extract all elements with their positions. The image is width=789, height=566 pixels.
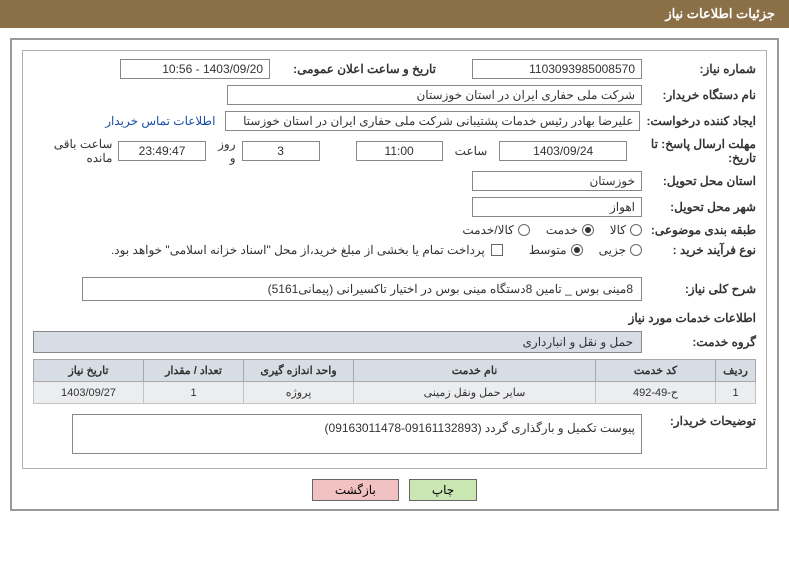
deadline-time-field: 11:00 — [356, 141, 443, 161]
payment-checkbox[interactable] — [491, 244, 503, 256]
radio-minor-label: جزیی — [599, 243, 626, 257]
payment-note-wrap: پرداخت تمام یا بخشی از مبلغ خرید،از محل … — [111, 243, 503, 257]
td-unit: پروژه — [244, 382, 354, 404]
buyer-contact-link[interactable]: اطلاعات تماس خریدار — [105, 114, 215, 128]
th-name: نام خدمت — [354, 360, 596, 382]
need-number-label: شماره نیاز: — [648, 62, 756, 76]
svc-info-heading: اطلاعات خدمات مورد نیاز — [33, 311, 756, 325]
th-date: تاریخ نیاز — [34, 360, 144, 382]
th-qty: تعداد / مقدار — [144, 360, 244, 382]
process-type-radios: جزیی متوسط — [529, 243, 642, 257]
need-number-field: 1103093985008570 — [472, 59, 642, 79]
requester-label: ایجاد کننده درخواست: — [646, 114, 756, 128]
province-label: استان محل تحویل: — [648, 174, 756, 188]
radio-kala-label: کالا — [610, 223, 626, 237]
buyer-note-label: توضیحات خریدار: — [648, 414, 756, 428]
th-unit: واحد اندازه گیری — [244, 360, 354, 382]
remain-time-field: 23:49:47 — [118, 141, 205, 161]
buyer-note-field: پیوست تکمیل و بارگذاری گردد (09161132893… — [72, 414, 642, 454]
form-panel: شماره نیاز: 1103093985008570 تاریخ و ساع… — [22, 50, 767, 469]
deadline-date-field: 1403/09/24 — [499, 141, 627, 161]
subject-class-label: طبقه بندی موضوعی: — [648, 223, 756, 237]
radio-kalakhedmat-label: کالا/خدمت — [462, 223, 513, 237]
print-button[interactable]: چاپ — [409, 479, 477, 501]
city-label: شهر محل تحویل: — [648, 200, 756, 214]
payment-note: پرداخت تمام یا بخشی از مبلغ خرید،از محل … — [111, 243, 485, 257]
need-desc-label: شرح کلی نیاز: — [648, 282, 756, 296]
need-desc-field: 8مینی بوس _ تامین 8دستگاه مینی بوس در اخ… — [82, 277, 642, 301]
table-row: 1 ح-49-492 سایر حمل ونقل زمینی پروژه 1 1… — [34, 382, 756, 404]
requester-field: علیرضا بهادر رئیس خدمات پشتیبانی شرکت مل… — [225, 111, 640, 131]
days-label: روز و — [212, 137, 236, 165]
city-field: اهواز — [472, 197, 642, 217]
td-row: 1 — [716, 382, 756, 404]
remain-label: ساعت باقی مانده — [33, 137, 112, 165]
buyer-org-field: شرکت ملی حفاری ایران در استان خوزستان — [227, 85, 642, 105]
td-code: ح-49-492 — [596, 382, 716, 404]
radio-minor[interactable]: جزیی — [599, 243, 642, 257]
td-qty: 1 — [144, 382, 244, 404]
back-button[interactable]: بازگشت — [312, 479, 399, 501]
page-title: جزئیات اطلاعات نیاز — [0, 0, 789, 28]
td-name: سایر حمل ونقل زمینی — [354, 382, 596, 404]
subject-class-radios: کالا خدمت کالا/خدمت — [462, 223, 642, 237]
radio-mid-label: متوسط — [529, 243, 567, 257]
th-row: ردیف — [716, 360, 756, 382]
svc-group-field: حمل و نقل و انبارداری — [33, 331, 642, 353]
radio-khedmat-label: خدمت — [546, 223, 578, 237]
th-code: کد خدمت — [596, 360, 716, 382]
process-type-label: نوع فرآیند خرید : — [648, 243, 756, 257]
radio-kalakhedmat[interactable]: کالا/خدمت — [462, 223, 529, 237]
days-field: 3 — [242, 141, 320, 161]
radio-khedmat[interactable]: خدمت — [546, 223, 594, 237]
public-date-label: تاریخ و ساعت اعلان عمومی: — [276, 62, 436, 76]
radio-mid[interactable]: متوسط — [529, 243, 583, 257]
service-table: ردیف کد خدمت نام خدمت واحد اندازه گیری ت… — [33, 359, 756, 404]
button-row: چاپ بازگشت — [12, 479, 777, 501]
radio-kala[interactable]: کالا — [610, 223, 642, 237]
outer-frame: AriaTender.net شماره نیاز: 1103093985008… — [10, 38, 779, 511]
deadline-label: مهلت ارسال پاسخ: تا تاریخ: — [633, 137, 756, 165]
td-date: 1403/09/27 — [34, 382, 144, 404]
province-field: خوزستان — [472, 171, 642, 191]
time-label: ساعت — [455, 144, 488, 158]
buyer-org-label: نام دستگاه خریدار: — [648, 88, 756, 102]
svc-group-label: گروه خدمت: — [648, 335, 756, 349]
public-date-field: 1403/09/20 - 10:56 — [120, 59, 270, 79]
